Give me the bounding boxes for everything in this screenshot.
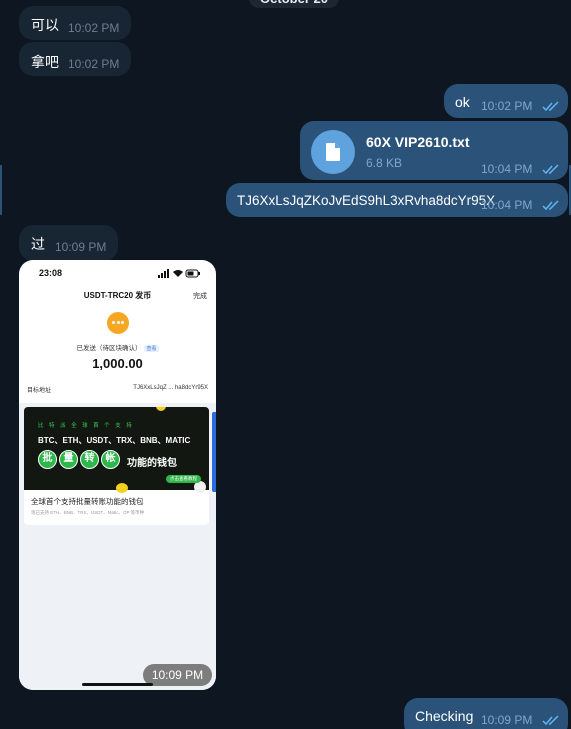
- date-header: October 20: [249, 0, 339, 8]
- message-outgoing[interactable]: TJ6XxLsJqZKoJvEdS9hL3xRvha8dcYr95X 10:04…: [226, 183, 568, 217]
- message-time: 10:09 PM: [481, 713, 533, 727]
- document-icon: [326, 143, 340, 161]
- file-size: 6.8 KB: [366, 156, 403, 170]
- phone-amount: 1,000.00: [92, 356, 143, 371]
- coin-decoration: [116, 483, 128, 493]
- file-name: 60X VIP2610.txt: [366, 134, 470, 150]
- message-text: Checking: [415, 708, 474, 724]
- read-ticks-icon: [542, 101, 559, 112]
- read-ticks-icon: [542, 200, 559, 211]
- phone-send-status: 已发送（待区块确认） 查看: [19, 342, 216, 352]
- message-incoming[interactable]: 过 10:09 PM: [19, 225, 118, 261]
- message-incoming[interactable]: 拿吧 10:02 PM: [19, 42, 131, 76]
- message-text: 过: [31, 236, 45, 252]
- phone-status-icons: [158, 269, 200, 278]
- message-outgoing[interactable]: ok 10:02 PM: [444, 84, 568, 118]
- banner-subtitle: 比 特 派 全 球 首 个 支 持: [38, 423, 134, 429]
- message-time: 10:09 PM: [55, 240, 107, 254]
- banner-coin-list: BTC、ETH、USDT、TRX、BNB、MATIC: [38, 436, 191, 445]
- read-ticks-icon: [542, 715, 559, 726]
- phone-address-label: 目标地址: [27, 388, 52, 394]
- batch-badge: 帐: [101, 450, 120, 469]
- pending-icon: [107, 312, 129, 334]
- message-time: 10:02 PM: [481, 99, 533, 113]
- phone-status-tag: 查看: [144, 345, 159, 352]
- banner-batch-badges: 批 量 转 帐: [38, 450, 120, 469]
- read-ticks-icon: [542, 164, 559, 175]
- phone-home-indicator: [82, 683, 153, 686]
- message-time: 10:04 PM: [481, 198, 533, 212]
- batch-badge: 量: [59, 450, 78, 469]
- scroll-edge-marker: [0, 165, 2, 215]
- coin-decoration: [156, 407, 166, 411]
- phone-status-time: 23:08: [39, 268, 63, 278]
- batch-badge: 转: [80, 450, 99, 469]
- message-time: 10:04 PM: [481, 162, 533, 176]
- file-download-button[interactable]: [311, 130, 355, 174]
- promo-card-title: 全球首个支持批量转账功能的钱包: [31, 497, 144, 506]
- message-outgoing[interactable]: Checking 10:09 PM: [404, 698, 568, 729]
- message-incoming[interactable]: 可以 10:02 PM: [19, 6, 131, 40]
- message-time: 10:02 PM: [68, 57, 120, 71]
- banner-button: 点击查看教程: [166, 475, 201, 483]
- banner-headline-rest: 功能的钱包: [127, 458, 177, 469]
- message-text: 可以: [31, 17, 59, 33]
- photo-time: 10:09 PM: [143, 664, 212, 686]
- batch-badge: 批: [38, 450, 57, 469]
- phone-page-title: USDT-TRC20 发币: [83, 291, 152, 300]
- message-text: ok: [455, 94, 470, 110]
- photo-message[interactable]: 23:08 USDT-TRC20 发币 完成 已发送（待区块确认） 查看 1,00…: [19, 260, 216, 690]
- message-time: 10:02 PM: [68, 21, 120, 35]
- message-text: TJ6XxLsJqZKoJvEdS9hL3xRvha8dcYr95X: [237, 193, 496, 208]
- phone-send-status-text: 已发送（待区块确认）: [76, 345, 142, 352]
- phone-promo-card: 比 特 派 全 球 首 个 支 持 BTC、ETH、USDT、TRX、BNB、M…: [24, 407, 209, 525]
- phone-promo-banner: 比 特 派 全 球 首 个 支 持 BTC、ETH、USDT、TRX、BNB、M…: [24, 407, 209, 493]
- message-text: 拿吧: [31, 54, 59, 70]
- phone-next-card-edge: [212, 412, 216, 492]
- promo-card-subtitle: 现已支持 ETH、BNB、TRX、USDT、Matic、OP 等币种: [31, 510, 145, 515]
- file-message[interactable]: 60X VIP2610.txt 6.8 KB 10:04 PM: [300, 121, 568, 180]
- phone-address-value: TJ6XxLsJqZ ... ha8dcYr95X: [133, 385, 208, 391]
- phone-done-button: 完成: [193, 293, 207, 300]
